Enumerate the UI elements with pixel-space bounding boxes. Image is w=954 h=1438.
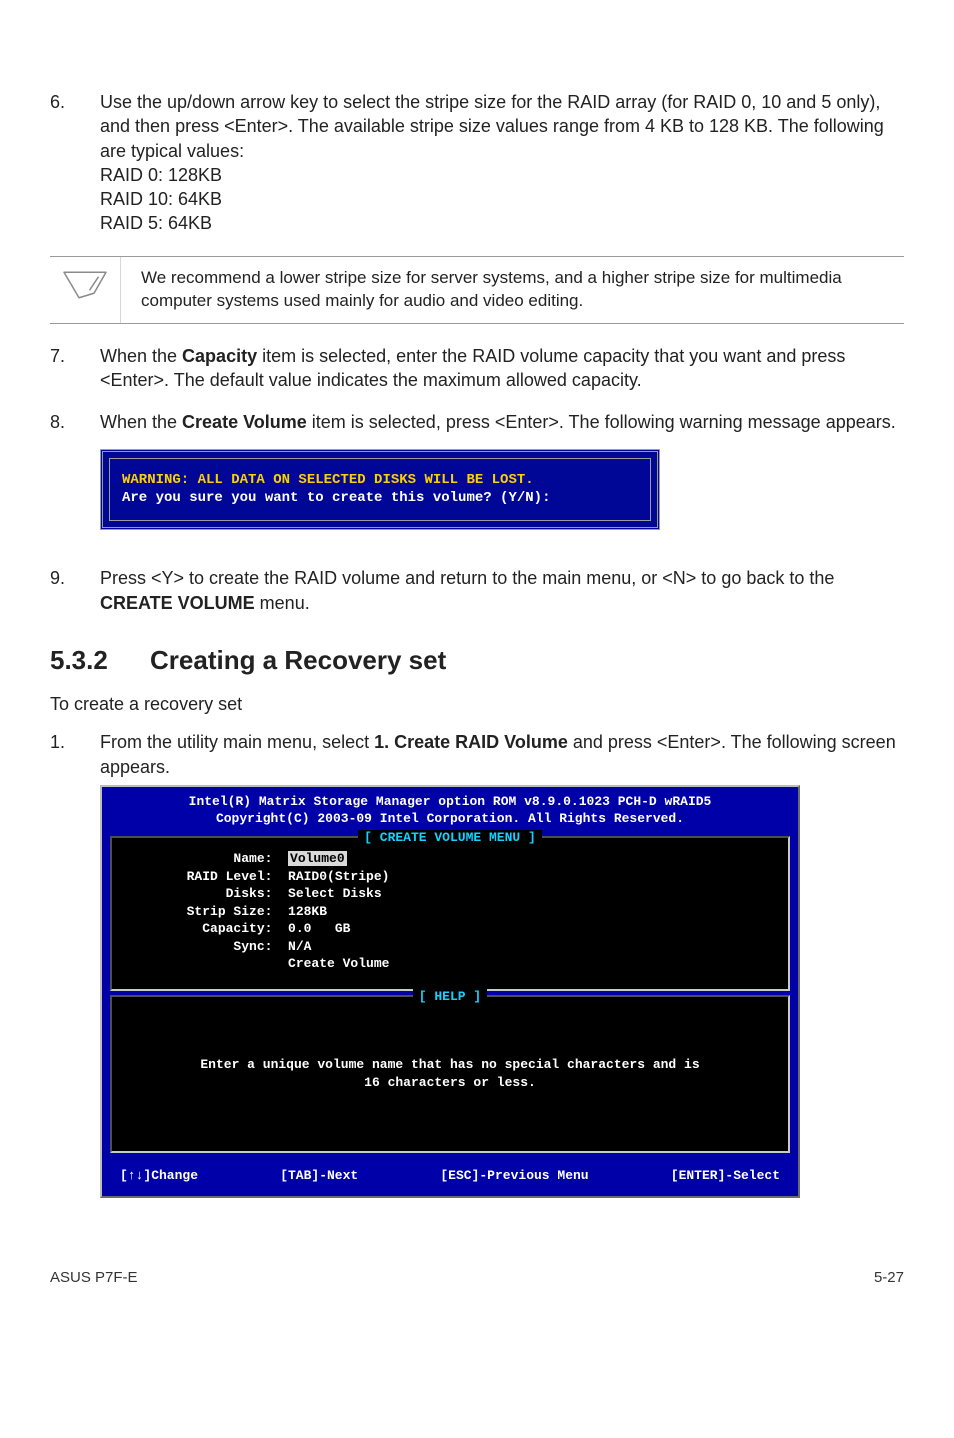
- step-number: 8.: [50, 410, 100, 548]
- step-6: 6. Use the up/down arrow key to select t…: [50, 90, 904, 236]
- step-number: 9.: [50, 566, 100, 615]
- panel-title-text: [ CREATE VOLUME MENU ]: [358, 830, 542, 845]
- step-1: 1. From the utility main menu, select 1.…: [50, 730, 904, 1198]
- footer-right: 5-27: [874, 1268, 904, 1288]
- text-pre: Press <Y> to create the RAID volume and …: [100, 568, 834, 588]
- step-number: 1.: [50, 730, 100, 1198]
- key-change: [↑↓]Change: [120, 1167, 198, 1185]
- step-body: When the Capacity item is selected, ente…: [100, 344, 904, 393]
- panel-title: [ HELP ]: [112, 988, 788, 1006]
- key-enter: [ENTER]-Select: [671, 1167, 780, 1185]
- create-volume-panel: [ CREATE VOLUME MENU ] Name: Volume0 RAI…: [110, 836, 790, 991]
- step-number: 6.: [50, 90, 100, 236]
- step-body: Press <Y> to create the RAID volume and …: [100, 566, 904, 615]
- text-bold: CREATE VOLUME: [100, 593, 255, 613]
- help-panel: [ HELP ] Enter a unique volume name that…: [110, 995, 790, 1153]
- raid10-value: RAID 10: 64KB: [100, 187, 904, 211]
- step-body: Use the up/down arrow key to select the …: [100, 90, 904, 236]
- bios-title-line1: Intel(R) Matrix Storage Manager option R…: [112, 793, 788, 811]
- panel-title-text: [ HELP ]: [413, 989, 487, 1004]
- raid5-value: RAID 5: 64KB: [100, 211, 904, 235]
- text-bold: Create Volume: [182, 412, 307, 432]
- step-body: From the utility main menu, select 1. Cr…: [100, 730, 904, 1198]
- note-callout: We recommend a lower stripe size for ser…: [50, 256, 904, 324]
- step-text: Use the up/down arrow key to select the …: [100, 90, 904, 163]
- step-body: When the Create Volume item is selected,…: [100, 410, 904, 548]
- panel-title: [ CREATE VOLUME MENU ]: [112, 829, 788, 847]
- help-line2: 16 characters or less.: [200, 1074, 699, 1092]
- text-post: menu.: [255, 593, 310, 613]
- text-bold: 1. Create RAID Volume: [374, 732, 568, 752]
- section-title: Creating a Recovery set: [150, 645, 446, 675]
- warning-text: WARNING: ALL DATA ON SELECTED DISKS WILL…: [122, 471, 638, 490]
- bios-title-line2: Copyright(C) 2003-09 Intel Corporation. …: [112, 810, 788, 828]
- text-post: item is selected, press <Enter>. The fol…: [307, 412, 896, 432]
- prompt-text: Are you sure you want to create this vol…: [122, 489, 638, 508]
- note-icon: [50, 257, 120, 307]
- key-esc: [ESC]-Previous Menu: [440, 1167, 588, 1185]
- section-number: 5.3.2: [50, 643, 150, 678]
- warning-dialog: WARNING: ALL DATA ON SELECTED DISKS WILL…: [100, 449, 660, 531]
- step-9: 9. Press <Y> to create the RAID volume a…: [50, 566, 904, 615]
- help-text: Enter a unique volume name that has no s…: [200, 1056, 699, 1092]
- intro-text: To create a recovery set: [50, 692, 904, 716]
- field-strip-size[interactable]: Strip Size: 128KB: [132, 903, 768, 921]
- section-heading: 5.3.2Creating a Recovery set: [50, 643, 904, 678]
- field-disks[interactable]: Disks: Select Disks: [132, 885, 768, 903]
- note-text: We recommend a lower stripe size for ser…: [120, 257, 904, 323]
- field-sync: Sync: N/A: [132, 938, 768, 956]
- text-bold: Capacity: [182, 346, 257, 366]
- field-create-volume[interactable]: Create Volume: [132, 955, 768, 973]
- bios-screen: Intel(R) Matrix Storage Manager option R…: [100, 785, 800, 1198]
- key-tab: [TAB]-Next: [280, 1167, 358, 1185]
- help-line1: Enter a unique volume name that has no s…: [200, 1056, 699, 1074]
- name-input[interactable]: Volume0: [288, 851, 347, 866]
- field-raid-level[interactable]: RAID Level: RAID0(Stripe): [132, 868, 768, 886]
- page-footer: ASUS P7F-E 5-27: [50, 1268, 904, 1288]
- step-8: 8. When the Create Volume item is select…: [50, 410, 904, 548]
- footer-left: ASUS P7F-E: [50, 1268, 138, 1288]
- bios-footer: [↑↓]Change [TAB]-Next [ESC]-Previous Men…: [102, 1157, 798, 1197]
- text-pre: When the: [100, 412, 182, 432]
- step-number: 7.: [50, 344, 100, 393]
- raid0-value: RAID 0: 128KB: [100, 163, 904, 187]
- step-7: 7. When the Capacity item is selected, e…: [50, 344, 904, 393]
- field-capacity[interactable]: Capacity: 0.0 GB: [132, 920, 768, 938]
- text-pre: When the: [100, 346, 182, 366]
- text-pre: From the utility main menu, select: [100, 732, 374, 752]
- label: Name:: [132, 851, 288, 866]
- field-name: Name: Volume0: [132, 850, 768, 868]
